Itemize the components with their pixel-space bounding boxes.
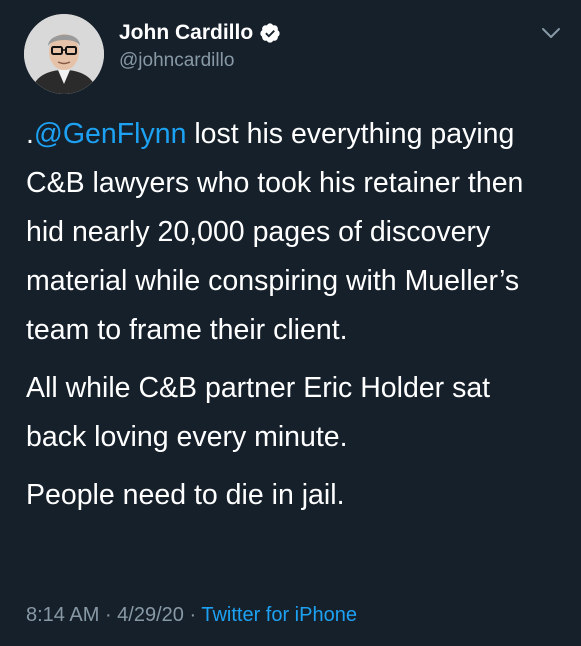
- tweet-time[interactable]: 8:14 AM: [26, 604, 99, 626]
- tweet-card: John Cardillo @johncardillo .@GenFlynn l…: [0, 0, 581, 646]
- chevron-down-icon[interactable]: [541, 26, 561, 40]
- tweet-source-link[interactable]: Twitter for iPhone: [201, 604, 357, 626]
- avatar[interactable]: [24, 14, 104, 94]
- tweet-paragraph: People need to die in jail.: [26, 479, 345, 511]
- avatar-photo: [24, 14, 104, 94]
- text-prefix: .: [26, 118, 34, 150]
- meta-separator: ·: [99, 604, 118, 626]
- verified-badge-icon: [259, 22, 281, 44]
- author-name-row[interactable]: John Cardillo: [119, 20, 281, 46]
- mention-link[interactable]: @GenFlynn: [34, 118, 187, 150]
- tweet-text: .@GenFlynn lost his everything paying C&…: [26, 110, 556, 520]
- meta-separator: ·: [183, 604, 202, 626]
- tweet-paragraph: All while C&B partner Eric Holder sat ba…: [26, 372, 491, 453]
- tweet-paragraph: .@GenFlynn lost his everything paying C&…: [26, 110, 556, 355]
- tweet-date[interactable]: 4/29/20: [117, 604, 184, 626]
- tweet-meta: 8:14 AM · 4/29/20 · Twitter for iPhone: [26, 604, 357, 627]
- author-display-name[interactable]: John Cardillo: [119, 21, 253, 45]
- paragraph-text: lost his everything paying C&B lawyers w…: [26, 118, 524, 346]
- author-handle[interactable]: @johncardillo: [119, 50, 234, 72]
